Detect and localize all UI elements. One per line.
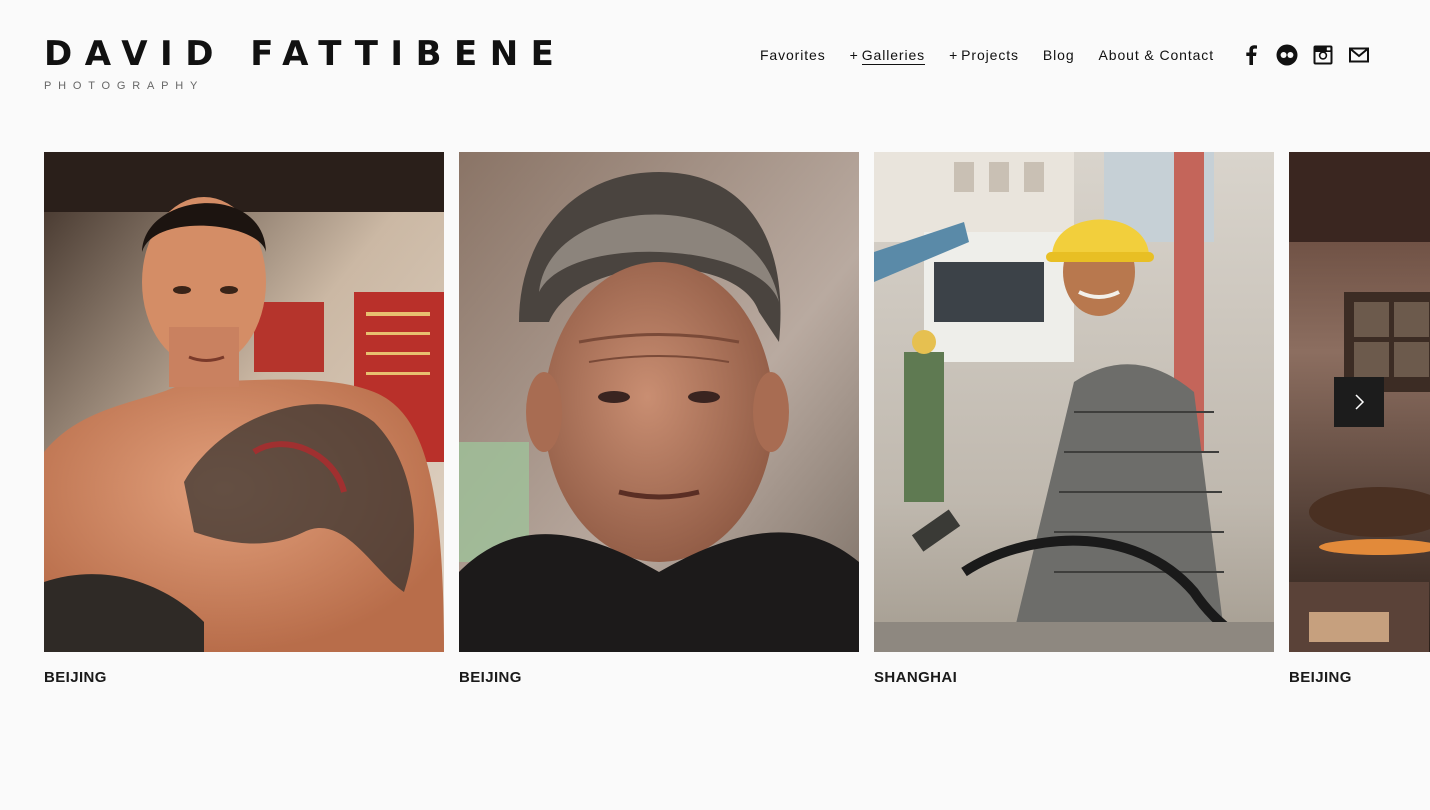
gallery-caption[interactable]: BEIJING [1289, 669, 1430, 686]
gallery-caption[interactable]: BEIJING [459, 669, 859, 686]
nav-projects-label: Projects [961, 47, 1019, 63]
photo-portrait-tattooed-man [44, 152, 444, 652]
instagram-icon[interactable] [1312, 44, 1334, 66]
projects-expand-icon: + [949, 47, 959, 63]
page: DAVID FATTIBENE PHOTOGRAPHY Favorites + G… [0, 0, 1430, 810]
gallery-card[interactable]: BEIJING [44, 152, 444, 686]
gallery-photo[interactable] [44, 152, 444, 652]
nav-blog[interactable]: Blog [1043, 44, 1075, 66]
social-links [1240, 44, 1370, 66]
site-subtitle: PHOTOGRAPHY [44, 80, 205, 92]
nav-projects[interactable]: + Projects [949, 44, 1019, 66]
mail-icon[interactable] [1348, 44, 1370, 66]
flickr-icon[interactable] [1276, 44, 1298, 66]
gallery-carousel: BEIJING BEIJING SHANGHAI BEIJING [44, 152, 1430, 712]
gallery-photo[interactable] [874, 152, 1274, 652]
site-brand[interactable]: DAVID FATTIBENE PHOTOGRAPHY [44, 34, 566, 92]
gallery-caption[interactable]: SHANGHAI [874, 669, 1274, 686]
photo-portrait-older-man [459, 152, 859, 652]
galleries-expand-icon: + [849, 47, 859, 63]
gallery-caption[interactable]: BEIJING [44, 669, 444, 686]
gallery-card[interactable]: BEIJING [459, 152, 859, 686]
main-nav: Favorites + Galleries + Projects Blog Abou… [736, 44, 1370, 66]
nav-favorites[interactable]: Favorites [760, 44, 826, 66]
nav-galleries-label: Galleries [861, 47, 926, 65]
chevron-right-icon [1355, 394, 1365, 410]
gallery-card[interactable]: SHANGHAI [874, 152, 1274, 686]
site-title[interactable]: DAVID FATTIBENE [44, 34, 566, 74]
gallery-photo[interactable] [459, 152, 859, 652]
gallery-track: BEIJING BEIJING SHANGHAI BEIJING [44, 152, 1430, 686]
photo-portrait-construction-worker [874, 152, 1274, 652]
nav-about-contact[interactable]: About & Contact [1099, 44, 1214, 66]
carousel-next-button[interactable] [1334, 377, 1384, 427]
facebook-icon[interactable] [1240, 44, 1262, 66]
nav-galleries[interactable]: + Galleries [849, 44, 926, 66]
